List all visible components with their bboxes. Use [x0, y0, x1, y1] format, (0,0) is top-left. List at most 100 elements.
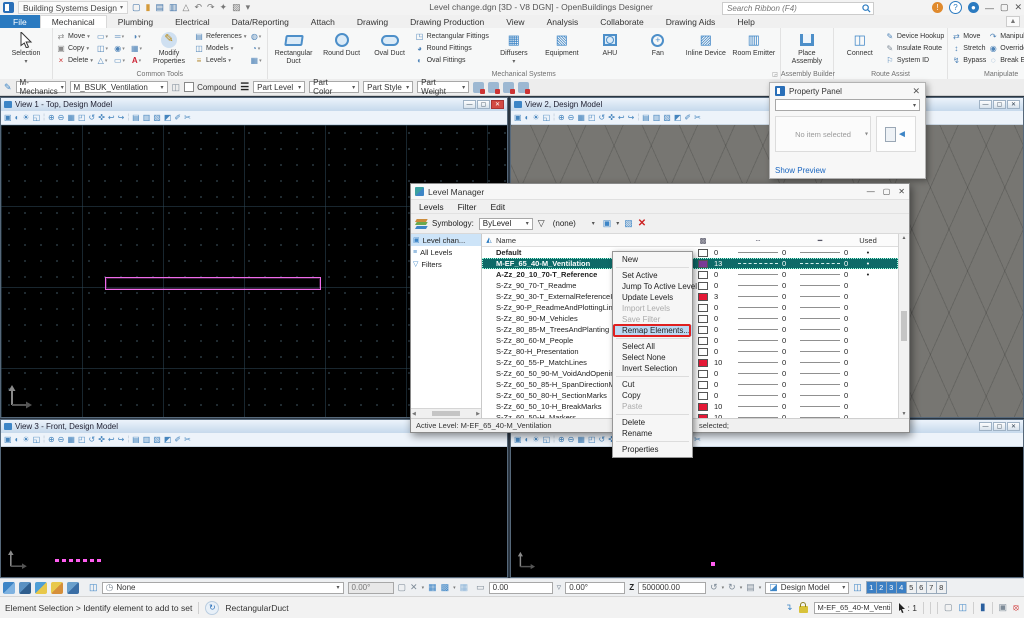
ribbon-search[interactable]: [722, 2, 874, 15]
undo-view-icon[interactable]: ↺: [710, 582, 718, 593]
menu-item-set-active[interactable]: Set Active: [613, 270, 692, 281]
ribbon-button-selection[interactable]: Selection▾: [3, 30, 49, 67]
menu-item-update-levels[interactable]: Update Levels: [613, 292, 692, 303]
cached-visible-edges-icon[interactable]: ◫: [959, 602, 968, 613]
sort-icon[interactable]: ◭: [482, 236, 496, 244]
ribbon-button-references[interactable]: ▤References▾: [194, 31, 247, 42]
ribbon-button-copy[interactable]: ▣Copy▾: [56, 43, 93, 54]
minimize-button[interactable]: —: [979, 422, 992, 431]
chevron-down-icon[interactable]: ▾: [422, 585, 425, 591]
small-tool-icon[interactable]: △▾: [95, 55, 110, 66]
level-line-style[interactable]: [738, 373, 778, 374]
line-style-column-icon[interactable]: ┄: [734, 236, 782, 245]
adjust-brightness-icon[interactable]: ☀: [22, 113, 29, 122]
display-style-icon[interactable]: ◐: [15, 113, 20, 122]
save-settings-icon[interactable]: ▥: [169, 2, 178, 13]
level-color-swatch[interactable]: [698, 271, 708, 279]
ribbon-button-bypass[interactable]: ↯Bypass: [951, 55, 986, 66]
part-level-select[interactable]: Part Level▾: [253, 81, 305, 93]
view-toggle-4[interactable]: 4: [897, 582, 907, 593]
zoom-out-icon[interactable]: ⊖: [568, 113, 575, 122]
window-area-icon[interactable]: ▦: [577, 435, 585, 444]
ribbon-button-break-element[interactable]: ◌Break Element▾: [988, 55, 1024, 66]
tab-collaborate[interactable]: Collaborate: [589, 15, 654, 28]
level-line-style[interactable]: [738, 340, 778, 341]
markup-icon[interactable]: ✐: [684, 113, 691, 122]
active-settings-select[interactable]: ◷ None ▾: [102, 582, 344, 594]
minimize-button[interactable]: —: [463, 100, 476, 109]
window-tile-icon[interactable]: ▧: [153, 113, 161, 122]
menu-item-remap-elements-[interactable]: Remap Elements...: [613, 325, 692, 336]
name-column-header[interactable]: Name: [496, 236, 692, 245]
level-display-icon[interactable]: [416, 219, 427, 229]
x-coordinate-field[interactable]: 0.00: [489, 582, 553, 594]
view-next-icon[interactable]: ↪: [118, 113, 125, 122]
level-line-weight[interactable]: [800, 252, 840, 253]
ribbon-button-system-id[interactable]: ⚐System ID: [885, 55, 944, 66]
property-item-select[interactable]: ▾: [775, 99, 920, 111]
ribbon-button-rectangular-fittings[interactable]: ◳Rectangular Fittings: [415, 31, 489, 42]
window-list-icon[interactable]: ▢: [398, 582, 407, 593]
zoom-out-icon[interactable]: ⊖: [58, 435, 65, 444]
close-icon[interactable]: ✕: [912, 86, 920, 97]
ribbon-button-modify-properties[interactable]: ✎Modify Properties: [146, 30, 192, 66]
compound-toggle[interactable]: Compound: [184, 82, 236, 92]
ribbon-button-oval-duct[interactable]: Oval Duct: [367, 30, 413, 59]
view-toggle-3[interactable]: 3: [887, 582, 897, 593]
maximize-button[interactable]: ▢: [477, 100, 490, 109]
tab-drawing[interactable]: Drawing: [346, 15, 399, 28]
render-mode-icon[interactable]: ◩: [674, 113, 682, 122]
level-line-style[interactable]: [738, 395, 778, 396]
menu-item-jump-to-active-level[interactable]: Jump To Active Level: [613, 281, 692, 292]
ribbon-button-delete[interactable]: ×Delete▾: [56, 55, 93, 66]
saved-views-icon[interactable]: ▤: [746, 582, 755, 593]
grid-snap-icon[interactable]: ▩: [441, 582, 450, 593]
two-views-icon[interactable]: ▥: [143, 113, 151, 122]
menu-item-select-none[interactable]: Select None: [613, 352, 692, 363]
level-line-style[interactable]: [738, 329, 778, 330]
level-color-swatch[interactable]: [698, 249, 708, 257]
duct-element[interactable]: [105, 277, 321, 290]
tree-item-level-chan-[interactable]: ▣Level chan...: [411, 234, 481, 246]
rotate-view-icon[interactable]: ↺: [599, 113, 606, 122]
two-views-icon[interactable]: ▥: [143, 435, 151, 444]
view-1-title-bar[interactable]: View 1 - Top, Design Model — ▢ ✕: [1, 98, 507, 111]
view-previous-icon[interactable]: ↩: [108, 113, 115, 122]
line-weight-icon[interactable]: ☰: [240, 82, 249, 93]
level-color-swatch[interactable]: [698, 304, 708, 312]
menu-item-delete[interactable]: Delete: [613, 417, 692, 428]
level-line-style[interactable]: [738, 351, 778, 352]
part-style-select[interactable]: Part Style▾: [363, 81, 413, 93]
tree-item-filters[interactable]: ▽Filters: [411, 258, 481, 270]
ribbon-button-insulate-route[interactable]: ✎Insulate Route: [885, 43, 944, 54]
ribbon-button-manipulate-path[interactable]: ↷Manipulate Path: [988, 31, 1024, 42]
active-level-field[interactable]: M-EF_65_40-M_Ventilation: [814, 602, 892, 614]
render-mode-icon[interactable]: ◩: [164, 113, 172, 122]
dgn-work-mode-icon[interactable]: ▮: [980, 602, 986, 613]
undo-icon[interactable]: ↶: [194, 2, 202, 13]
small-tool-icon[interactable]: ▭▾: [112, 55, 127, 66]
rotation-field[interactable]: 0.00°: [565, 582, 625, 594]
small-tool-icon[interactable]: ═▾: [112, 31, 127, 42]
new-level-icon[interactable]: ▧: [624, 218, 633, 229]
chevron-down-icon[interactable]: ▾: [616, 220, 619, 227]
level-line-style[interactable]: [738, 318, 778, 319]
workspace-selector[interactable]: Building Systems Design ▾: [18, 1, 128, 14]
window-area-icon[interactable]: ▦: [67, 435, 75, 444]
level-line-style[interactable]: [738, 274, 778, 275]
active-element-template-icon[interactable]: ✎: [4, 82, 12, 93]
zoom-in-icon[interactable]: ⊕: [48, 435, 55, 444]
tab-drawing-aids[interactable]: Drawing Aids: [655, 15, 727, 28]
property-panel-title-bar[interactable]: Property Panel ✕: [770, 83, 925, 99]
close-button[interactable]: ✕: [1007, 100, 1020, 109]
view-toggle-2[interactable]: 2: [877, 582, 887, 593]
restore-button[interactable]: ▢: [1000, 2, 1009, 13]
level-line-style[interactable]: [738, 307, 778, 308]
part-definition-icon[interactable]: ◫: [172, 82, 181, 93]
close-button[interactable]: ✕: [491, 100, 504, 109]
level-line-weight[interactable]: [800, 384, 840, 385]
ribbon-button-move[interactable]: ⇄Move▾: [56, 31, 93, 42]
scroll-down-icon[interactable]: ▼: [902, 411, 907, 417]
rotate-view-icon[interactable]: ↺: [89, 435, 96, 444]
delete-level-icon[interactable]: ✕: [638, 218, 646, 229]
